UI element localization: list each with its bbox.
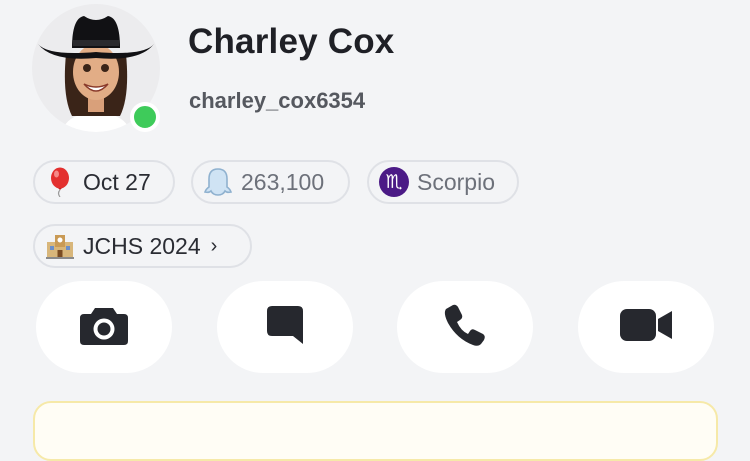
- phone-icon: [443, 303, 487, 352]
- video-camera-icon: [620, 308, 672, 346]
- birthday-label: Oct 27: [83, 168, 151, 195]
- call-button[interactable]: [397, 281, 533, 373]
- school-chip[interactable]: JCHS 2024 ›: [33, 224, 252, 268]
- chevron-right-icon: ›: [210, 234, 218, 257]
- snap-score-label: 263,100: [241, 168, 325, 195]
- camera-icon: [79, 304, 129, 351]
- zodiac-label: Scorpio: [417, 168, 495, 195]
- school-label: JCHS 2024: [83, 232, 201, 259]
- zodiac-chip[interactable]: ♏ Scorpio: [367, 160, 519, 204]
- display-name: Charley Cox: [188, 22, 395, 61]
- ghost-icon: [203, 167, 233, 197]
- snap-score-chip[interactable]: 263,100: [191, 160, 350, 204]
- profile-avatar[interactable]: [32, 4, 160, 132]
- balloon-icon: [45, 167, 75, 197]
- chat-button[interactable]: [217, 281, 353, 373]
- camera-button[interactable]: [36, 281, 172, 373]
- chat-icon: [266, 305, 304, 350]
- scorpio-icon: ♏: [379, 167, 409, 197]
- profile-info-card[interactable]: [33, 401, 718, 461]
- birthday-chip[interactable]: Oct 27: [33, 160, 175, 204]
- username: charley_cox6354: [189, 88, 366, 113]
- school-icon: [45, 231, 75, 261]
- online-status-indicator: [130, 102, 160, 132]
- video-call-button[interactable]: [578, 281, 714, 373]
